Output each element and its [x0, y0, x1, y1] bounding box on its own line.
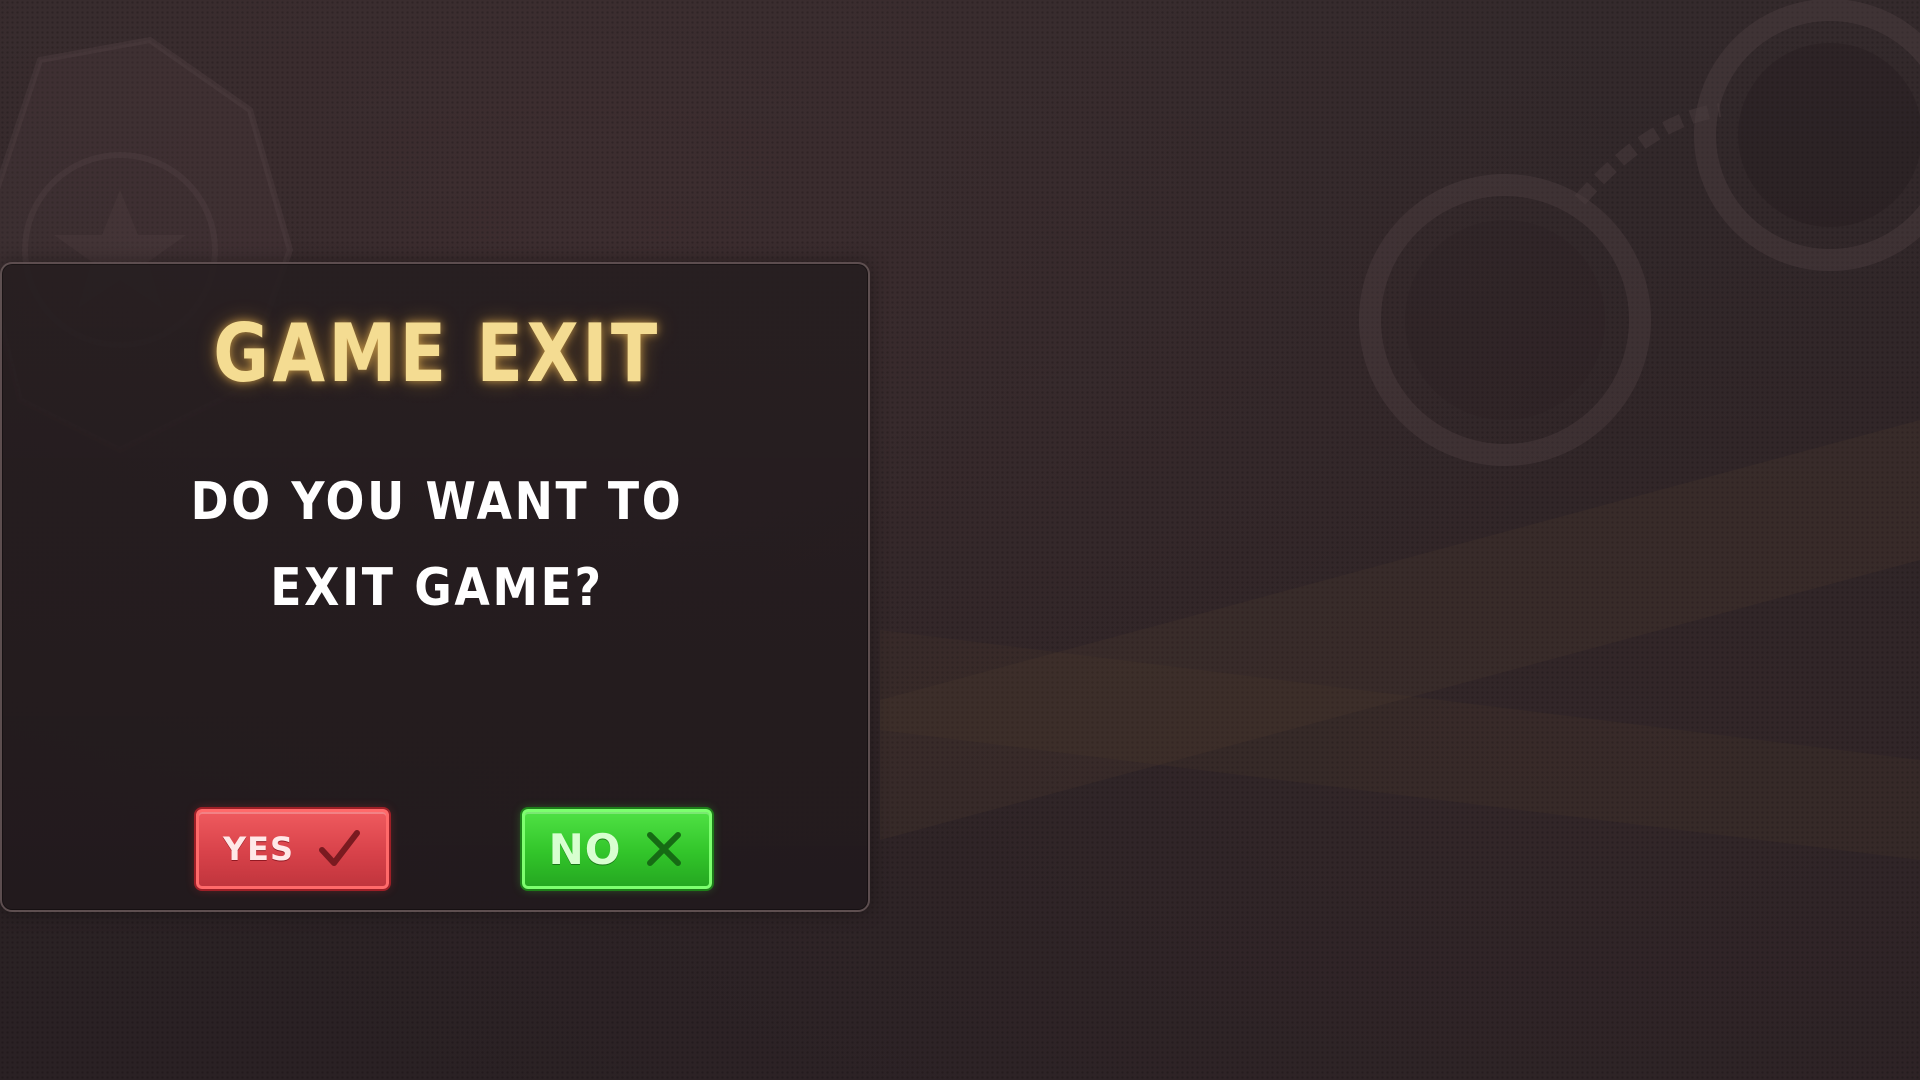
dialog-message-line-1: DO YOU WANT TO	[190, 472, 684, 532]
checkmark-icon	[316, 826, 362, 872]
dialog-message-line-2: EXIT GAME?	[270, 558, 604, 618]
x-close-icon	[643, 828, 685, 870]
exit-dialog: GAME EXIT DO YOU WANT TO EXIT GAME? YES …	[0, 262, 870, 912]
yes-button[interactable]: YES	[196, 809, 389, 889]
dialog-title: GAME EXIT	[213, 307, 661, 400]
handcuffs-icon	[1359, 0, 1920, 466]
dialog-message: DO YOU WANT TO EXIT GAME?	[85, 459, 789, 631]
no-button-label: NO	[548, 824, 622, 874]
yes-button-label: YES	[222, 830, 295, 868]
crime-scene-tape-decoration	[880, 420, 1920, 860]
no-button[interactable]: NO	[522, 809, 712, 889]
